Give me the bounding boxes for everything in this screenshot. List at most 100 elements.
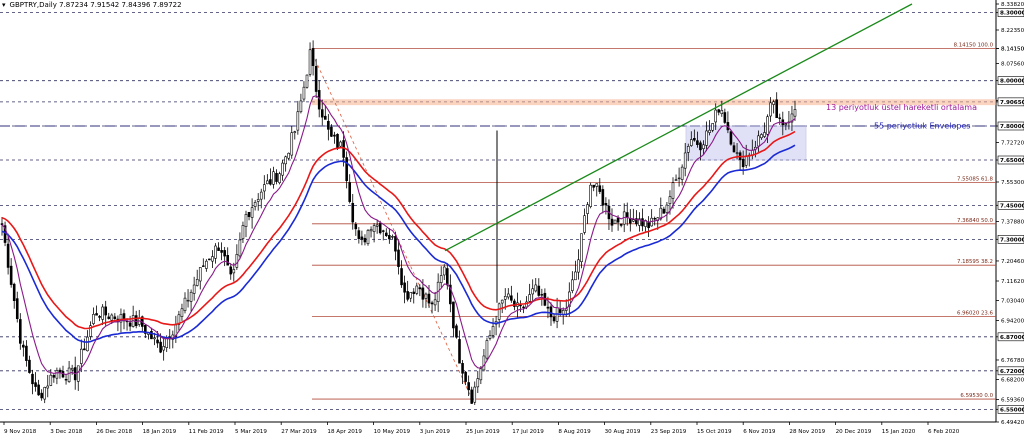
x-tick-label: 26 Dec 2018 <box>96 429 132 435</box>
price-chart[interactable]: 8.14150 100.0 7.55085 61.8 7.36840 50.0 7.1… <box>0 0 1024 440</box>
candle-body <box>674 179 678 181</box>
candle-body <box>86 336 89 352</box>
candle-body <box>662 208 666 214</box>
candle-body <box>574 271 577 281</box>
candle-body <box>769 102 772 117</box>
candle-body <box>473 386 477 403</box>
y-tick-label: 7.37880 <box>1001 219 1024 225</box>
candle-body <box>330 126 333 137</box>
candle-body <box>308 49 312 75</box>
candle-body <box>293 131 297 133</box>
candle-body <box>214 245 217 259</box>
y-tick-label: 6.94200 <box>1001 318 1024 324</box>
candle-body <box>156 339 159 344</box>
candle-body <box>104 306 107 316</box>
candle-body <box>43 387 47 400</box>
candle-body <box>235 254 239 268</box>
candle-body <box>705 130 708 146</box>
candle-body <box>336 133 339 148</box>
annotation-envelopes: 55 periyotluk Envelopes <box>874 121 971 130</box>
candle-body <box>327 120 330 130</box>
candle-body <box>250 207 254 218</box>
candle-body <box>388 235 391 240</box>
candle-body <box>391 236 394 238</box>
candle-body <box>31 373 34 385</box>
fib-label: 6.59530 0.0 <box>960 393 993 399</box>
candle-body <box>403 282 406 293</box>
candle-body <box>205 260 208 269</box>
y-tick-label: 7.20460 <box>1001 259 1024 265</box>
fib-label: 7.55085 61.8 <box>957 176 994 182</box>
x-tick-label: 3 Jun 2019 <box>420 429 451 435</box>
candle-body <box>439 275 443 283</box>
candle-body <box>281 162 284 176</box>
candle-body <box>95 313 98 316</box>
candle-body <box>49 374 53 386</box>
candle-body <box>598 185 602 192</box>
candle-body <box>445 268 449 286</box>
candle-body <box>641 218 644 227</box>
candle-body <box>339 141 342 147</box>
candle-body <box>421 287 425 300</box>
candle-body <box>732 145 736 153</box>
candle-body <box>784 123 788 126</box>
x-tick-label: 10 May 2019 <box>374 429 411 435</box>
candle-body <box>345 157 348 182</box>
x-tick-label: 18 Apr 2019 <box>327 429 362 435</box>
candle-body <box>348 182 352 202</box>
candle-body <box>503 295 507 300</box>
candle-body <box>55 370 59 379</box>
candle-body <box>491 326 495 336</box>
candle-body <box>723 112 727 123</box>
candle-body <box>409 292 413 299</box>
candle-body <box>275 173 278 182</box>
candle-body <box>162 346 165 351</box>
candle-body <box>223 250 226 257</box>
candle-body <box>80 348 83 364</box>
candle-body <box>595 183 599 187</box>
candle-body <box>351 202 355 223</box>
candle-body <box>442 266 446 276</box>
candle-body <box>522 306 525 309</box>
candle-body <box>369 229 373 232</box>
candle-body <box>506 293 510 298</box>
candle-body <box>302 86 306 100</box>
candle-body <box>83 348 86 351</box>
candle-body <box>744 155 748 166</box>
candle-body <box>211 256 214 262</box>
candle-body <box>497 303 501 320</box>
candle-body <box>384 232 388 237</box>
candle-body <box>238 239 242 257</box>
candle-body <box>314 65 318 92</box>
candle-body <box>18 319 22 344</box>
y-axis: 8.338208.300008.223508.141508.141508.075… <box>996 2 1024 426</box>
price-box-label: 7.65000 <box>1000 158 1024 164</box>
candle-body <box>479 368 483 381</box>
candle-body <box>583 215 586 233</box>
candle-body <box>418 287 422 290</box>
candle-body <box>433 299 437 306</box>
candle-body <box>259 191 263 200</box>
candles-layer <box>0 40 797 405</box>
candle-body <box>586 204 589 214</box>
candle-body <box>101 306 104 320</box>
candle-body <box>653 218 657 220</box>
candle-body <box>52 375 56 378</box>
candle-body <box>665 204 669 213</box>
candle-body <box>244 214 248 227</box>
candle-body <box>424 293 428 299</box>
candle-body <box>366 230 370 245</box>
candle-body <box>192 284 196 294</box>
candle-body <box>589 184 592 207</box>
candle-body <box>253 202 257 207</box>
candle-body <box>22 344 25 348</box>
candle-body <box>717 109 721 113</box>
price-box-label: 6.55000 <box>1000 407 1024 413</box>
candle-body <box>604 203 608 206</box>
candle-body <box>256 199 260 202</box>
x-tick-label: 25 Jun 2019 <box>466 429 500 435</box>
x-tick-label: 6 Nov 2019 <box>743 429 776 435</box>
candle-body <box>427 293 431 304</box>
candle-body <box>613 219 617 224</box>
x-tick-label: 27 Mar 2019 <box>281 429 317 435</box>
